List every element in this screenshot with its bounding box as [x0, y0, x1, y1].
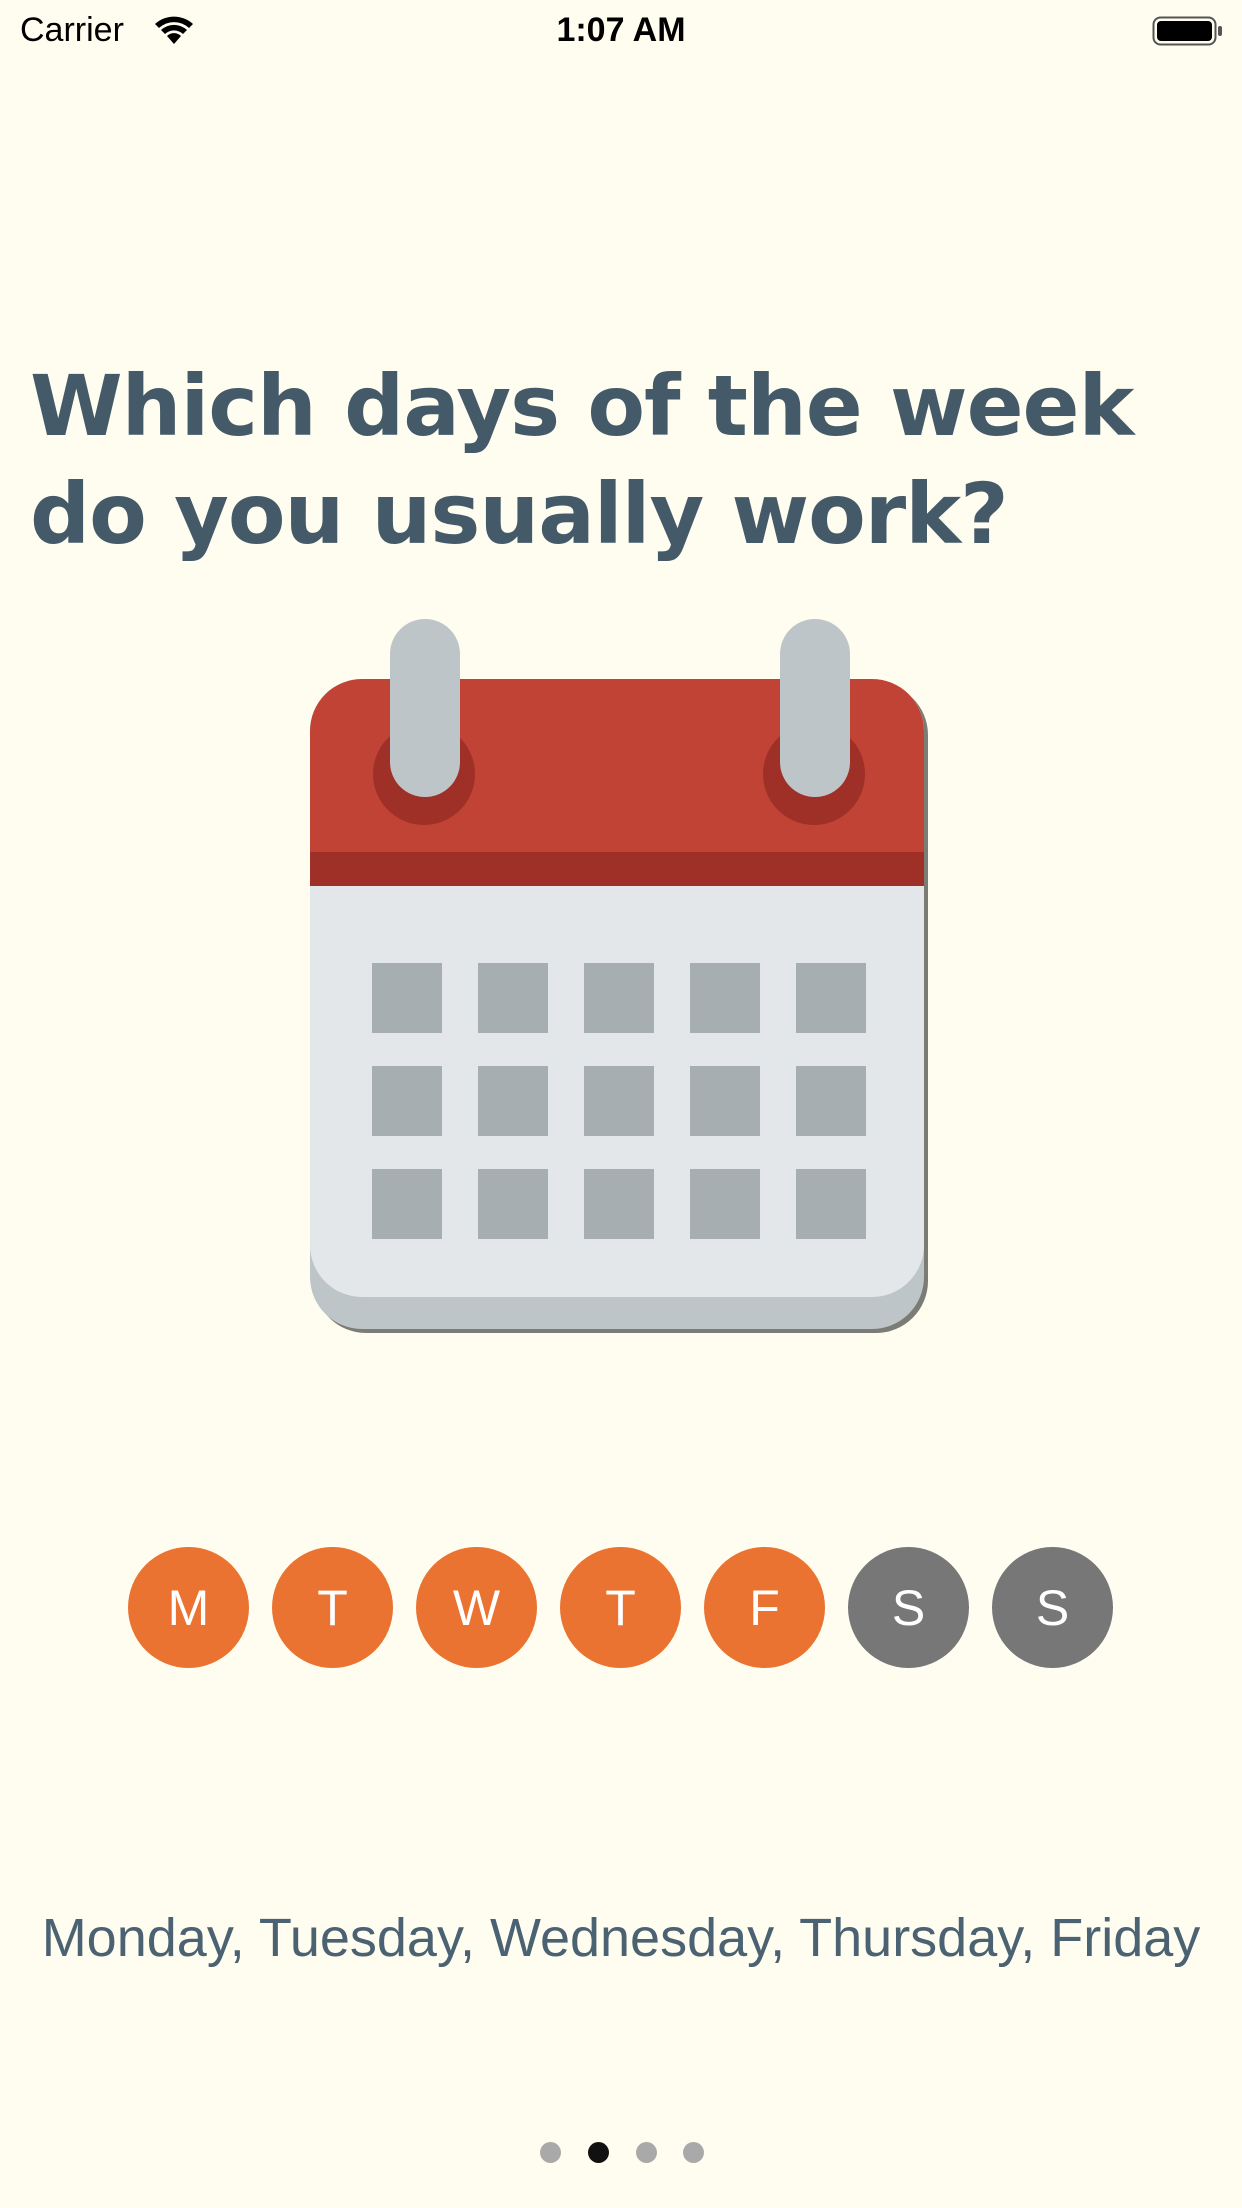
day-toggle-tuesday[interactable]: T [272, 1547, 393, 1668]
day-toggle-friday[interactable]: F [704, 1547, 825, 1668]
page-dot[interactable] [636, 2142, 657, 2163]
page-dot[interactable] [588, 2142, 609, 2163]
weekday-selector: M T W T F S S [0, 1547, 1242, 1669]
question-title: Which days of the week do you usually wo… [30, 357, 1134, 563]
page-dot[interactable] [540, 2142, 561, 2163]
calendar-icon [310, 619, 928, 1333]
status-time: 1:07 AM [556, 11, 686, 49]
status-bar: Carrier 1:07 AM [0, 0, 1242, 60]
day-toggle-sunday[interactable]: S [992, 1547, 1113, 1668]
day-toggle-monday[interactable]: M [128, 1547, 249, 1668]
day-toggle-thursday[interactable]: T [560, 1547, 681, 1668]
selected-days-summary: Monday, Tuesday, Wednesday, Thursday, Fr… [41, 1908, 1201, 1968]
day-toggle-wednesday[interactable]: W [416, 1547, 537, 1668]
page-dot[interactable] [683, 2142, 704, 2163]
day-toggle-saturday[interactable]: S [848, 1547, 969, 1668]
battery-icon [1152, 16, 1222, 46]
page-control[interactable] [0, 2142, 1242, 2164]
